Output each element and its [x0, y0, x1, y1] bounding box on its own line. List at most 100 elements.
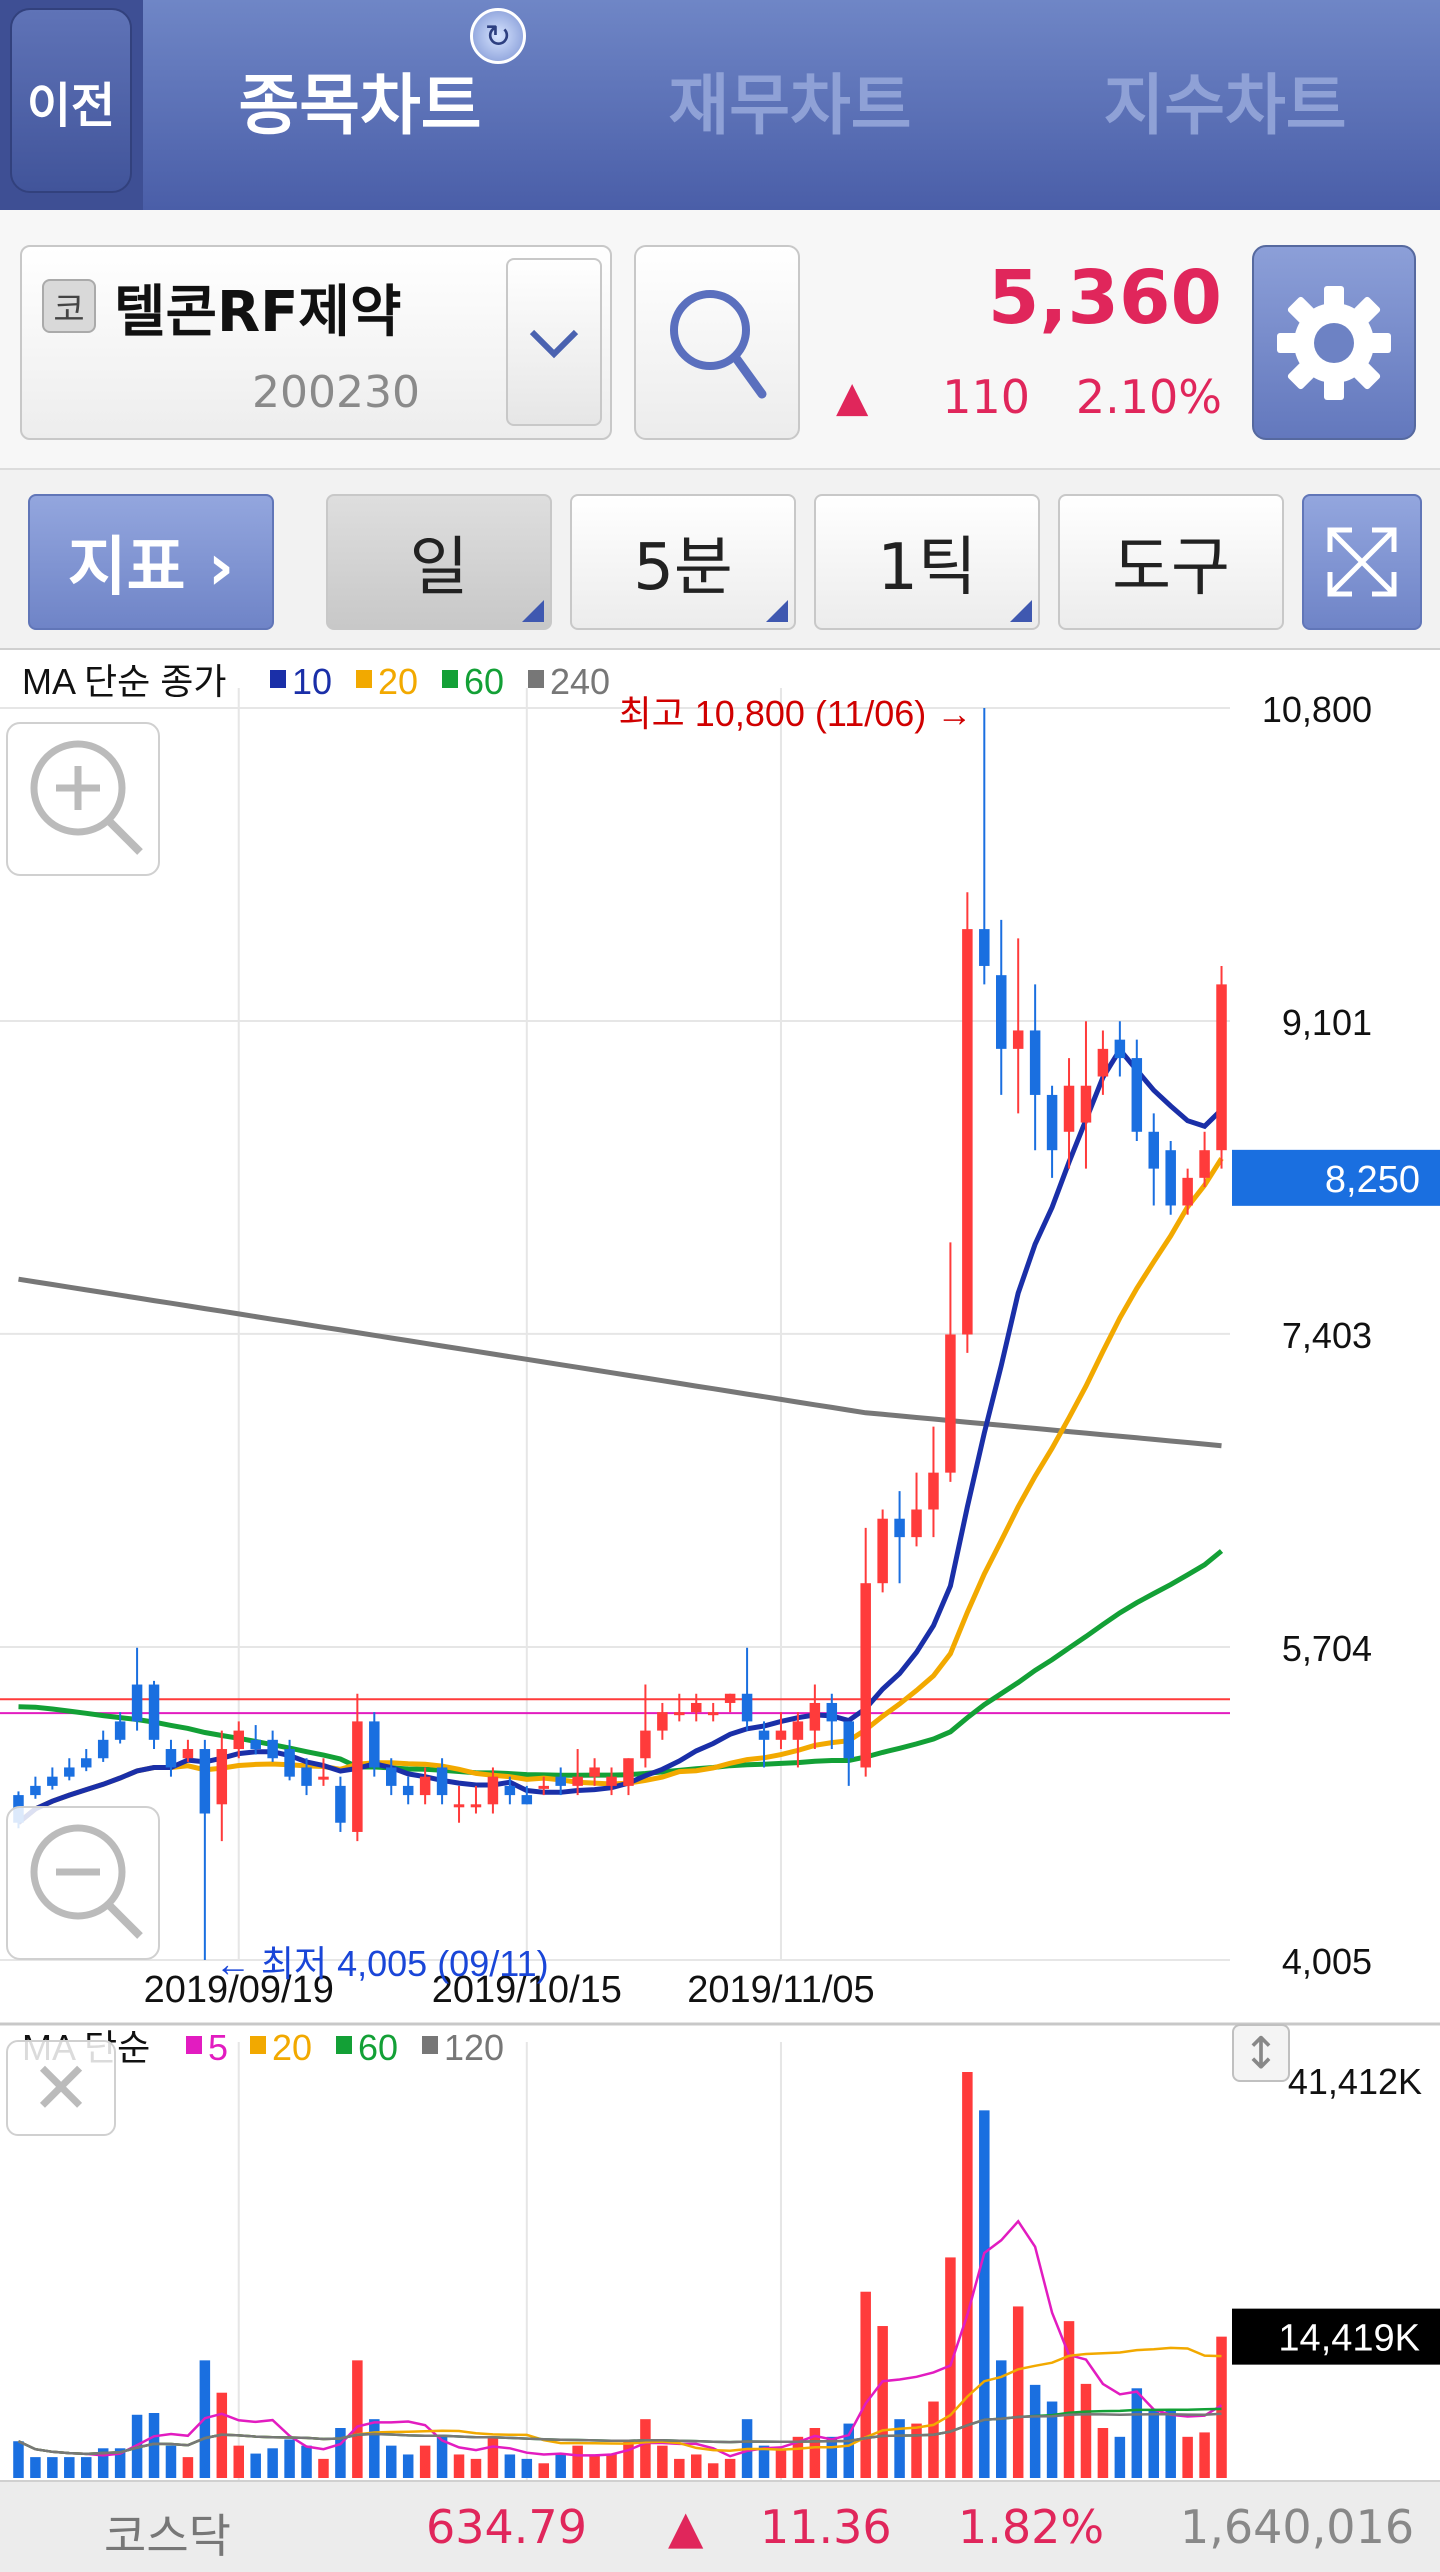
legend-item: 20	[272, 2027, 312, 2068]
legend-swatch	[442, 670, 458, 688]
candle-body	[792, 1721, 804, 1740]
back-button-label: 이전	[10, 8, 132, 193]
expand-button[interactable]	[1302, 494, 1422, 630]
stock-dropdown-button[interactable]	[506, 258, 602, 426]
candle-body	[335, 1785, 346, 1823]
candle-body	[30, 1785, 41, 1796]
volume-bar	[657, 2445, 668, 2478]
volume-ma20-line	[17, 2346, 1222, 2456]
volume-bar	[318, 2458, 329, 2478]
y-tick-label: 5,704	[1282, 1628, 1372, 1669]
sync-icon[interactable]: ↻	[470, 8, 526, 64]
price-legend-title: MA 단순 종가	[22, 661, 227, 702]
volume-bar	[826, 2436, 838, 2478]
candle-body	[995, 975, 1007, 1049]
zoom-in-button[interactable]	[6, 722, 160, 876]
close-volume-button[interactable]: ✕	[6, 2040, 116, 2136]
index-change-pct: 1.82%	[958, 2500, 1105, 2554]
volume-bar	[1046, 2401, 1058, 2478]
volume-bar	[1182, 2436, 1193, 2478]
indicator-button[interactable]: 지표 ›	[28, 494, 274, 630]
chart-grid	[0, 652, 1440, 2480]
zoom-out-icon	[30, 1824, 143, 1939]
back-button[interactable]: 이전	[0, 0, 143, 210]
period-day-label: 일	[409, 531, 469, 605]
expand-icon	[1327, 527, 1397, 597]
volume-bar	[80, 2457, 92, 2478]
tab-stock-chart[interactable]: 종목차트	[210, 50, 510, 150]
legend-item: 120	[444, 2027, 504, 2068]
stock-name: 텔콘RF제약	[114, 280, 402, 345]
chart-toolbar: 지표 › 일 5분 1틱 도구	[0, 470, 1440, 650]
candle-body	[877, 1518, 888, 1584]
tab-financial-chart[interactable]: 재무차트	[650, 50, 930, 150]
candle-body	[318, 1776, 329, 1780]
candle-body	[640, 1730, 651, 1759]
candle-body	[97, 1739, 109, 1759]
volume-bar	[843, 2423, 855, 2478]
volume-bar	[1114, 2436, 1126, 2478]
volume-ma-lines	[17, 2219, 1223, 2458]
candle-body	[182, 1749, 194, 1759]
candle-body	[674, 1712, 685, 1716]
legend-swatch	[250, 2036, 266, 2054]
volume-max-label: 41,412K	[1288, 2061, 1422, 2102]
candle-body	[385, 1767, 397, 1786]
candle-body	[606, 1776, 617, 1786]
index-name: 코스닥	[104, 2509, 231, 2563]
resize-handle[interactable]: ↕	[1232, 2024, 1290, 2082]
tools-button[interactable]: 도구	[1058, 494, 1284, 630]
volume-bar	[911, 2423, 922, 2478]
candle-body	[369, 1721, 380, 1768]
up-arrow-icon: ▲	[836, 372, 869, 421]
x-tick-label: 2019/11/05	[687, 1969, 874, 2011]
index-ticker-bar[interactable]: 코스닥 634.79 ▲ 11.36 1.82% 1,640,016	[0, 2480, 1440, 2572]
candle-body	[911, 1509, 922, 1538]
search-button[interactable]	[634, 245, 800, 440]
candle-body	[928, 1472, 939, 1510]
candle-body	[131, 1684, 143, 1722]
legend-item: 5	[208, 2027, 228, 2068]
volume-bar	[1131, 2388, 1143, 2478]
candle-body	[623, 1758, 634, 1786]
price-change: 110	[942, 370, 1030, 424]
candle-body	[945, 1334, 956, 1473]
volume-bar	[589, 2454, 600, 2478]
volume-bar	[1029, 2384, 1041, 2478]
period-tick-label: 1틱	[877, 531, 977, 605]
volume-bar	[30, 2457, 41, 2478]
volume-bar	[13, 2441, 24, 2478]
volume-bar	[640, 2419, 651, 2478]
volume-bar	[352, 2360, 363, 2478]
candle-body	[538, 1785, 550, 1789]
period-5min-button[interactable]: 5분	[570, 494, 796, 630]
volume-bar	[385, 2445, 397, 2478]
candle-body	[979, 929, 990, 966]
candle-body	[165, 1749, 177, 1768]
volume-bar	[1148, 2410, 1160, 2478]
volume-bar	[504, 2454, 516, 2478]
settings-button[interactable]	[1252, 245, 1416, 440]
gear-icon	[1277, 285, 1391, 400]
candle-body	[80, 1758, 92, 1768]
y-tick-label: 4,005	[1282, 1941, 1372, 1982]
candle-body	[148, 1684, 160, 1740]
volume-bar	[860, 2291, 871, 2478]
candle-body	[233, 1730, 245, 1750]
period-tick-button[interactable]: 1틱	[814, 494, 1040, 630]
candle-body	[775, 1730, 787, 1740]
volume-bar	[182, 2457, 194, 2478]
period-day-button[interactable]: 일	[326, 494, 552, 630]
tab-index-chart[interactable]: 지수차트	[1080, 50, 1370, 150]
candle-body	[64, 1767, 75, 1777]
volume-bar	[758, 2445, 770, 2478]
current-price: 5,360	[987, 255, 1222, 341]
volume-bar	[233, 2445, 245, 2478]
period-5min-label: 5분	[633, 531, 733, 605]
legend-swatch	[422, 2036, 438, 2054]
stock-chart[interactable]: 10,8009,1017,4035,7044,0052019/09/19 2019…	[0, 652, 1440, 2480]
legend-swatch	[186, 2036, 202, 2054]
candle-body	[1165, 1150, 1176, 1206]
legend-item: 60	[464, 661, 504, 702]
zoom-out-button[interactable]	[6, 1806, 160, 1960]
